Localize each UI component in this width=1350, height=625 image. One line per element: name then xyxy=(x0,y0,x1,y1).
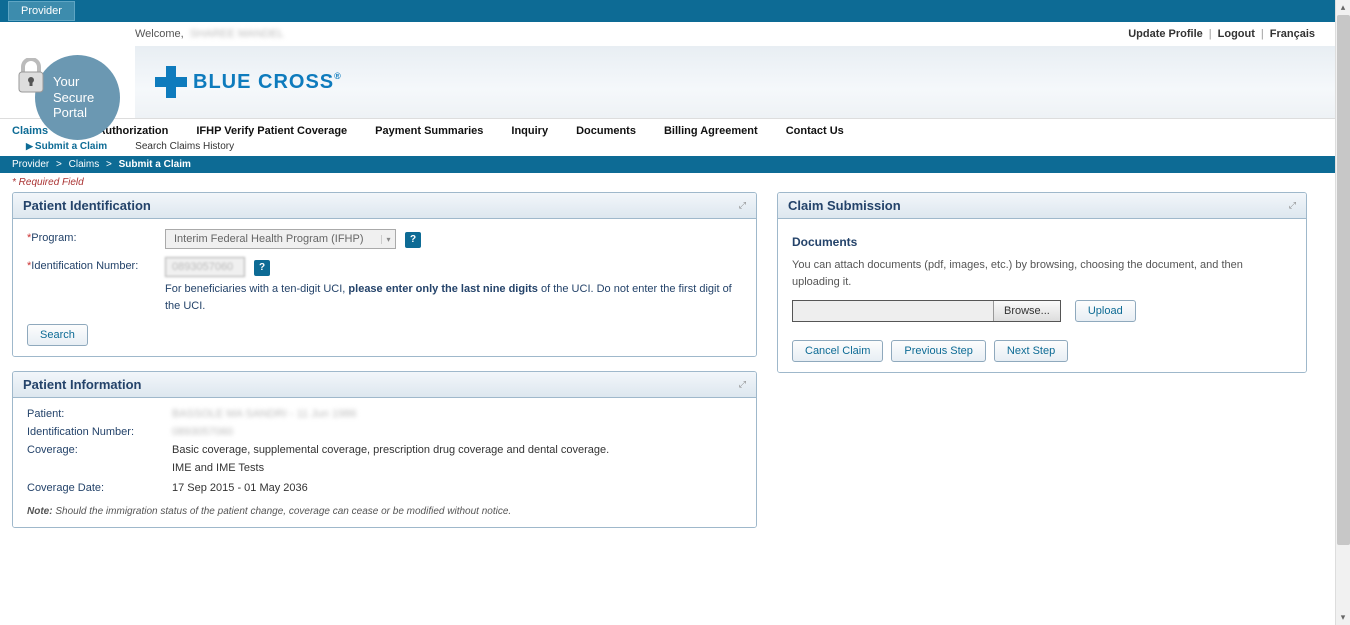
subnav-submit-claim[interactable]: ▶Submit a Claim xyxy=(26,141,107,152)
identification-number-input[interactable]: 0893057060 xyxy=(165,257,245,277)
arrow-right-icon: ▶ xyxy=(26,141,33,151)
portal-badge-circle: Your Secure Portal xyxy=(35,55,120,140)
provider-tab[interactable]: Provider xyxy=(8,1,75,21)
update-profile-link[interactable]: Update Profile xyxy=(1128,28,1203,40)
patient-value: BASSOLE MA SANDRI - 11 Jun 1986 xyxy=(172,408,742,420)
program-row: *Program: Interim Federal Health Program… xyxy=(27,229,742,249)
panel-header: Claim Submission ⤢ xyxy=(778,193,1306,219)
file-chooser[interactable]: Browse... xyxy=(792,300,1061,322)
panel-header: Patient Information ⤢ xyxy=(13,372,756,398)
welcome-row: Welcome, SHAREE MANDEL Update Profile | … xyxy=(0,22,1335,46)
wizard-buttons: Cancel Claim Previous Step Next Step xyxy=(792,340,1292,362)
welcome-label: Welcome, xyxy=(135,28,184,40)
cancel-claim-button[interactable]: Cancel Claim xyxy=(792,340,883,362)
panel-collapse-icon[interactable]: ⤢ xyxy=(739,200,746,211)
idnum-label: *Identification Number: xyxy=(27,257,165,272)
patient-information-panel: Patient Information ⤢ Patient: BASSOLE M… xyxy=(12,371,757,528)
panel-collapse-icon[interactable]: ⤢ xyxy=(1289,200,1296,211)
dropdown-icon[interactable]: ▾ xyxy=(381,235,395,244)
breadcrumb-claims[interactable]: Claims xyxy=(69,159,100,170)
top-links: Update Profile | Logout | Français xyxy=(1128,28,1315,40)
breadcrumb-sep: > xyxy=(106,159,112,170)
coverage-value: Basic coverage, supplemental coverage, p… xyxy=(172,444,742,474)
upload-button[interactable]: Upload xyxy=(1075,300,1136,322)
panel-title: Patient Information xyxy=(23,377,141,392)
nav-ifhp-verify[interactable]: IFHP Verify Patient Coverage xyxy=(196,125,347,137)
badge-line2: Secure xyxy=(53,90,120,106)
previous-step-button[interactable]: Previous Step xyxy=(891,340,985,362)
idnum-value: 0893057060 xyxy=(172,426,742,438)
subnav-search-history[interactable]: Search Claims History xyxy=(135,141,234,152)
brand-text: BLUE CROSS® xyxy=(193,71,342,94)
file-path-display xyxy=(793,301,993,321)
scroll-up-icon[interactable]: ▴ xyxy=(1336,0,1350,15)
patient-identification-panel: Patient Identification ⤢ *Program: Inter… xyxy=(12,192,757,357)
help-icon[interactable]: ? xyxy=(254,260,270,276)
nav-documents[interactable]: Documents xyxy=(576,125,636,137)
idnum-row: *Identification Number: 0893057060 ? For… xyxy=(27,257,742,314)
idnum-row: Identification Number: 0893057060 xyxy=(27,426,742,438)
documents-description: You can attach documents (pdf, images, e… xyxy=(792,257,1292,290)
content-area: Patient Identification ⤢ *Program: Inter… xyxy=(0,192,1335,562)
patient-row: Patient: BASSOLE MA SANDRI - 11 Jun 1986 xyxy=(27,408,742,420)
program-select[interactable]: Interim Federal Health Program (IFHP) ▾ xyxy=(165,229,396,249)
coverage-date-label: Coverage Date: xyxy=(27,482,172,494)
separator: | xyxy=(1209,28,1212,40)
documents-heading: Documents xyxy=(792,235,1292,249)
nav-payment-summaries[interactable]: Payment Summaries xyxy=(375,125,483,137)
panel-body: Documents You can attach documents (pdf,… xyxy=(778,219,1306,372)
scroll-down-icon[interactable]: ▾ xyxy=(1336,610,1350,625)
panel-title: Claim Submission xyxy=(788,198,901,213)
coverage-note: Note: Should the immigration status of t… xyxy=(27,506,742,517)
main-nav: Claims Pre-Authorization IFHP Verify Pat… xyxy=(0,118,1335,139)
search-button[interactable]: Search xyxy=(27,324,88,346)
coverage-row: Coverage: Basic coverage, supplemental c… xyxy=(27,444,742,474)
next-step-button[interactable]: Next Step xyxy=(994,340,1068,362)
coverage-label: Coverage: xyxy=(27,444,172,474)
panel-title: Patient Identification xyxy=(23,198,151,213)
francais-link[interactable]: Français xyxy=(1270,28,1315,40)
welcome-username: SHAREE MANDEL xyxy=(190,28,284,40)
idnum-hint: For beneficiaries with a ten-digit UCI, … xyxy=(165,281,742,314)
patient-label: Patient: xyxy=(27,408,172,420)
badge-line3: Portal xyxy=(53,105,120,121)
vertical-scrollbar[interactable]: ▴ ▾ xyxy=(1335,0,1350,625)
breadcrumb: Provider > Claims > Submit a Claim xyxy=(0,156,1335,173)
claim-submission-panel: Claim Submission ⤢ Documents You can att… xyxy=(777,192,1307,373)
secure-portal-badge: Your Secure Portal xyxy=(10,50,120,140)
top-bar: Provider xyxy=(0,0,1335,22)
brand-banner: BLUE CROSS® xyxy=(135,46,1335,118)
logout-link[interactable]: Logout xyxy=(1218,28,1255,40)
panel-body: Patient: BASSOLE MA SANDRI - 11 Jun 1986… xyxy=(13,398,756,527)
breadcrumb-sep: > xyxy=(56,159,62,170)
coverage-date-value: 17 Sep 2015 - 01 May 2036 xyxy=(172,482,742,494)
file-upload-row: Browse... Upload xyxy=(792,300,1292,322)
nav-billing-agreement[interactable]: Billing Agreement xyxy=(664,125,758,137)
breadcrumb-provider[interactable]: Provider xyxy=(12,159,49,170)
panel-collapse-icon[interactable]: ⤢ xyxy=(739,379,746,390)
sub-nav: ▶Submit a Claim Search Claims History xyxy=(0,139,1335,156)
required-field-note: * Required Field xyxy=(0,173,1335,192)
header: Your Secure Portal Welcome, SHAREE MANDE… xyxy=(0,22,1335,118)
breadcrumb-current: Submit a Claim xyxy=(119,159,191,170)
panel-header: Patient Identification ⤢ xyxy=(13,193,756,219)
cross-icon xyxy=(155,66,187,98)
program-value: Interim Federal Health Program (IFHP) xyxy=(166,233,381,245)
right-column: Claim Submission ⤢ Documents You can att… xyxy=(777,192,1307,387)
program-label: *Program: xyxy=(27,229,165,244)
badge-line1: Your xyxy=(53,74,120,90)
lock-icon xyxy=(15,58,47,96)
panel-body: *Program: Interim Federal Health Program… xyxy=(13,219,756,356)
separator: | xyxy=(1261,28,1264,40)
scrollbar-thumb[interactable] xyxy=(1337,15,1350,545)
coverage-date-row: Coverage Date: 17 Sep 2015 - 01 May 2036 xyxy=(27,482,742,494)
blue-cross-logo: BLUE CROSS® xyxy=(155,66,342,98)
help-icon[interactable]: ? xyxy=(405,232,421,248)
browse-button[interactable]: Browse... xyxy=(993,301,1060,321)
idnum-label: Identification Number: xyxy=(27,426,172,438)
nav-contact-us[interactable]: Contact Us xyxy=(786,125,844,137)
left-column: Patient Identification ⤢ *Program: Inter… xyxy=(12,192,757,542)
nav-inquiry[interactable]: Inquiry xyxy=(511,125,548,137)
